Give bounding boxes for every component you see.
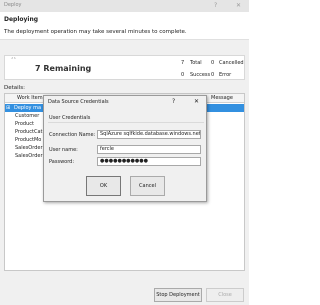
action-bar: Stop Deployment Close <box>0 286 249 305</box>
row-label: Customer <box>15 113 40 119</box>
connection-name-label: Connection Name: <box>49 132 96 138</box>
error-label: Error <box>219 72 232 78</box>
password-label: Password: <box>49 159 75 165</box>
details-label: Details: <box>4 85 25 91</box>
close-window-button[interactable]: ✕ <box>236 2 241 9</box>
total-count: 7 <box>181 60 185 66</box>
dialog-title: Data Source Credentials <box>48 99 109 105</box>
row-label: SalesOrder <box>15 153 43 159</box>
username-field[interactable]: fercle <box>97 145 201 154</box>
connection-name-field[interactable]: SqlAzure sqlfkide.database.windows.net e <box>97 130 201 139</box>
stop-deployment-button[interactable]: Stop Deployment <box>154 288 202 302</box>
row-label: Deploy ma <box>14 105 42 111</box>
spinner-icon: ˆˆ <box>11 58 16 64</box>
success-label: Success <box>190 72 211 78</box>
cancelled-count: 0 <box>211 60 215 66</box>
row-label: ProductMo <box>15 137 42 143</box>
username-label: User name: <box>49 147 78 153</box>
window-title: Deploy <box>4 2 22 8</box>
cancelled-label: Cancelled <box>219 60 244 66</box>
close-button[interactable]: Close <box>206 288 244 302</box>
error-count: 0 <box>211 72 215 78</box>
summary-panel: ˆˆ 7 Remaining 7 Total 0 Success 0 Cance… <box>4 55 245 80</box>
header: Deploying The deployment operation may t… <box>0 12 249 40</box>
header-title: Deploying <box>4 16 39 23</box>
column-work-item[interactable]: Work Item <box>17 95 43 101</box>
header-subtitle: The deployment operation may take severa… <box>4 29 187 35</box>
user-credentials-label: User Credentials <box>49 115 91 121</box>
row-label: ProductCat <box>15 129 43 135</box>
divider <box>48 122 204 123</box>
row-label: Product <box>15 121 34 127</box>
ok-button[interactable]: OK <box>86 176 121 196</box>
dialog-close-button[interactable]: ✕ <box>194 98 199 105</box>
cancel-button[interactable]: Cancel <box>130 176 165 196</box>
dialog-help-button[interactable]: ? <box>172 98 175 105</box>
success-count: 0 <box>181 72 185 78</box>
total-label: Total <box>190 60 202 66</box>
password-field[interactable]: ●●●●●●●●●●● <box>97 157 201 166</box>
column-message[interactable]: Message <box>211 95 233 101</box>
remaining-count: 7 Remaining <box>35 64 92 73</box>
row-label: SalesOrder <box>15 145 43 151</box>
credentials-dialog: Data Source Credentials ? ✕ User Credent… <box>43 95 207 202</box>
window-titlebar: Deploy ? ✕ <box>0 0 249 12</box>
help-button[interactable]: ? <box>214 2 217 9</box>
expand-icon[interactable]: ⊞ <box>6 105 10 111</box>
